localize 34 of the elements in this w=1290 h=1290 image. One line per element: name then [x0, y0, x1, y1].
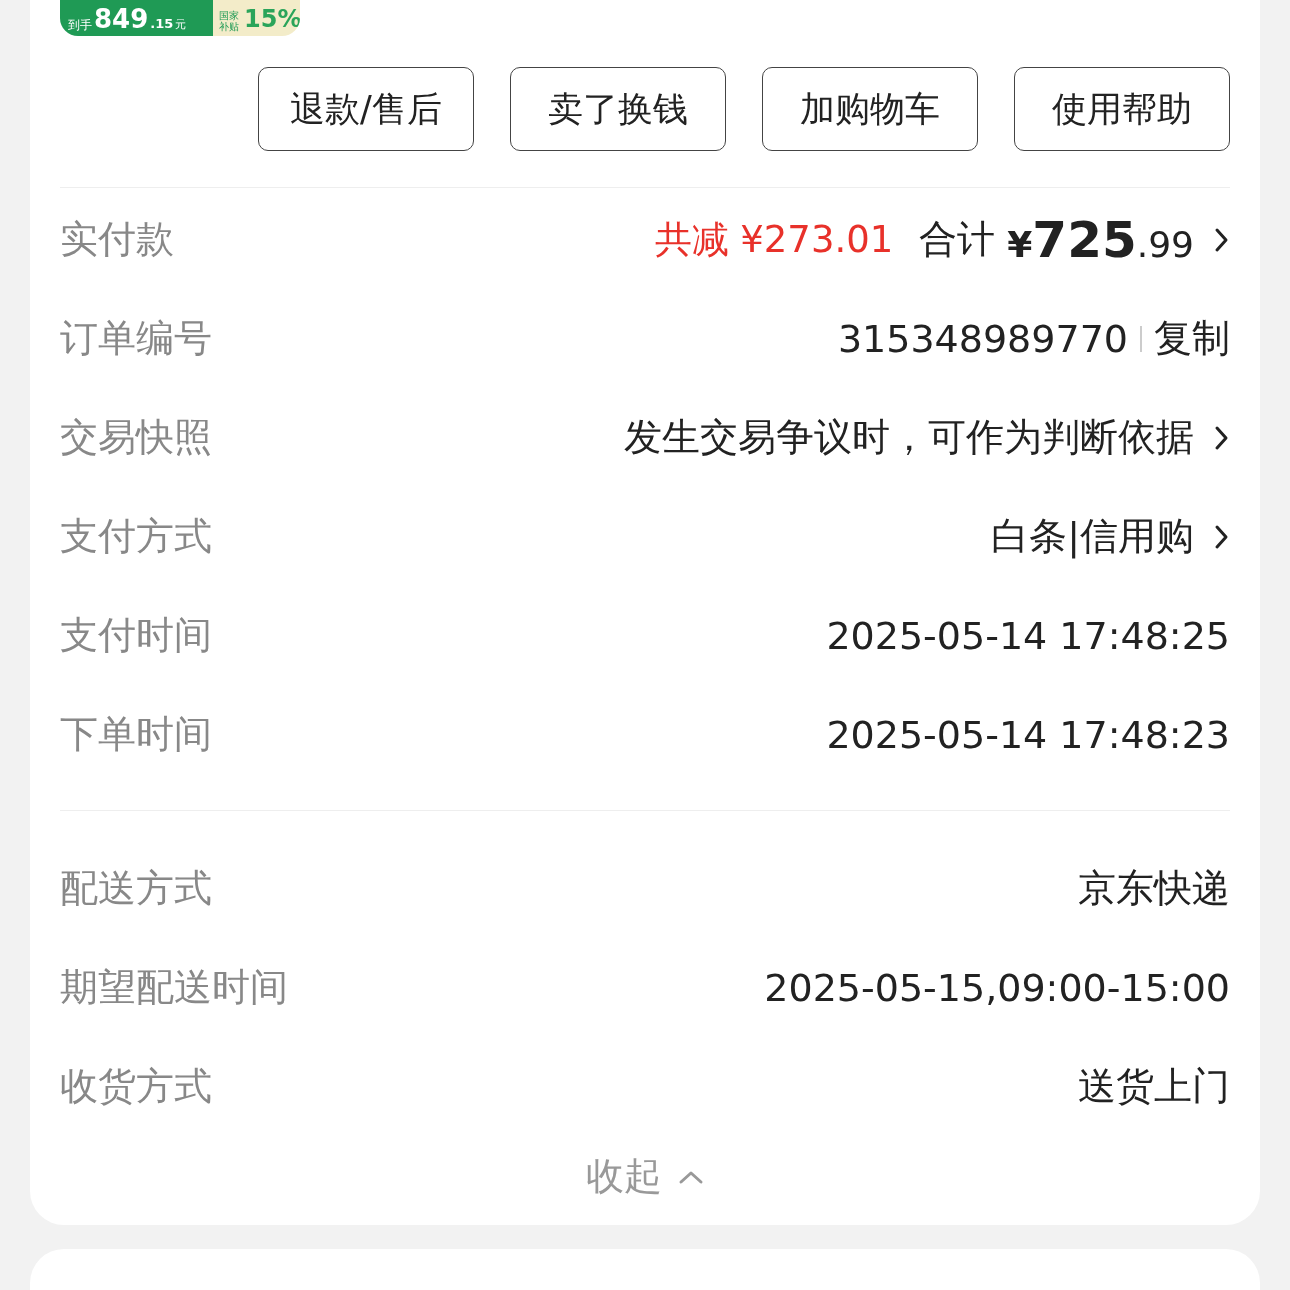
- row-value: 2025-05-15,09:00-15:00: [764, 965, 1230, 1010]
- banner-text: 到手: [68, 18, 92, 32]
- action-button[interactable]: 退款/售后: [258, 67, 474, 151]
- row-label: 期望配送时间: [60, 964, 288, 1011]
- action-button[interactable]: 使用帮助: [1014, 67, 1230, 151]
- row-value: 2025-05-14 17:48:23: [826, 712, 1230, 757]
- copy-button[interactable]: 复制: [1154, 313, 1230, 364]
- total-label: 合计: [919, 216, 996, 263]
- chevron-right-icon[interactable]: [1214, 523, 1230, 550]
- banner-subsidy-label: 国家补贴: [219, 10, 240, 32]
- row-value: 2025-05-14 17:48:25: [826, 613, 1230, 658]
- banner-unit: 元: [175, 18, 187, 32]
- row-label: 实付款: [60, 216, 174, 263]
- chevron-right-icon[interactable]: [1214, 226, 1230, 253]
- action-button[interactable]: 加购物车: [762, 67, 978, 151]
- discount-amount: 共减 ¥273.01: [654, 216, 894, 263]
- row-value: 京东快递: [1078, 865, 1230, 912]
- banner-subsidy-rate: 15%: [244, 6, 300, 32]
- row-label: 配送方式: [60, 865, 212, 912]
- row-value: 白条|信用购: [991, 513, 1194, 561]
- row-label: 收货方式: [60, 1063, 212, 1110]
- row-value: 送货上门: [1078, 1063, 1230, 1110]
- row-label: 订单编号: [60, 315, 212, 362]
- row-label: 支付方式: [60, 513, 212, 560]
- row-label: 交易快照: [60, 414, 212, 461]
- banner-decimal: .15: [150, 16, 174, 32]
- total-amount: ¥725.99: [1007, 210, 1194, 269]
- row-label: 下单时间: [60, 711, 212, 758]
- row-label: 支付时间: [60, 612, 212, 659]
- row-value: 发生交易争议时，可作为判断依据: [624, 414, 1194, 461]
- row-value: 315348989770: [837, 316, 1128, 361]
- chevron-right-icon[interactable]: [1214, 424, 1230, 451]
- banner-amount: 849: [94, 6, 149, 32]
- action-button[interactable]: 卖了换钱: [510, 67, 726, 151]
